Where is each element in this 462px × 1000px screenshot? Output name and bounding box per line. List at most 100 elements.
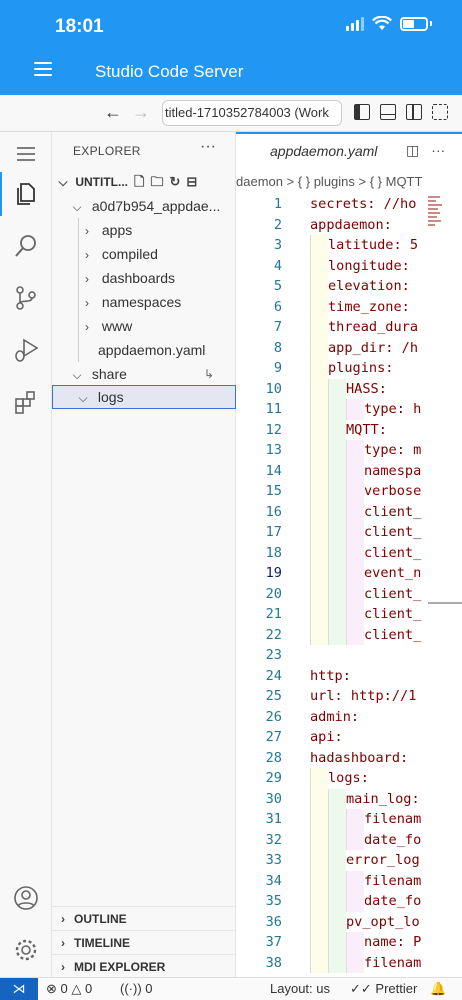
more-actions-icon[interactable]: ··· xyxy=(431,142,445,159)
workspace-root[interactable]: ⌵ UNTITL... 🗋🗀↻⊟ xyxy=(52,170,236,194)
tree-folder-compiled[interactable]: › compiled xyxy=(52,242,236,266)
indent-guide xyxy=(328,952,346,973)
code-text: main_log: xyxy=(346,790,420,807)
indent-guide xyxy=(328,481,346,502)
section-outline[interactable]: › OUTLINE xyxy=(52,906,236,930)
code-text: type: h xyxy=(364,401,422,417)
customize-layout-icon[interactable] xyxy=(432,104,448,120)
code-line: 4 longitude: xyxy=(236,255,462,276)
code-text: client_ xyxy=(364,606,422,622)
indent-guide xyxy=(310,788,328,809)
indent-guide xyxy=(310,624,328,645)
indent-guide xyxy=(328,542,346,563)
problems-indicator[interactable]: ⊗ 0 △ 0 xyxy=(46,981,92,997)
code-text: thread_dura xyxy=(328,319,419,335)
accounts-icon[interactable] xyxy=(12,884,40,912)
tree-folder-namespaces[interactable]: › namespaces xyxy=(52,290,236,314)
split-editor-icon[interactable]: ◫ xyxy=(406,142,419,159)
menu-icon[interactable] xyxy=(12,140,40,168)
toggle-panel-icon[interactable] xyxy=(380,104,396,120)
code-line: 19 event_n xyxy=(236,563,462,584)
section-timeline[interactable]: › TIMELINE xyxy=(52,930,236,954)
line-number: 16 xyxy=(265,503,282,520)
code-text: HASS: xyxy=(346,380,387,397)
indent-guide xyxy=(310,563,328,584)
indent-guide xyxy=(310,358,328,379)
code-text: elevation: xyxy=(328,278,410,294)
tree-folder-logs[interactable]: ⌵ logs xyxy=(52,385,236,409)
tree-folder-share[interactable]: ⌵ share ↳ xyxy=(52,362,236,386)
source-control-icon[interactable] xyxy=(12,284,40,312)
chevron-right-icon: › xyxy=(61,912,65,926)
chevron-right-icon: › xyxy=(85,320,89,334)
indent-guide xyxy=(310,255,328,276)
toggle-secondary-sidebar-icon[interactable] xyxy=(406,104,422,120)
hamburger-menu-button[interactable] xyxy=(34,62,52,76)
forward-arrow-icon[interactable]: → xyxy=(132,102,150,123)
line-number: 31 xyxy=(265,811,282,827)
prettier-status[interactable]: ✓✓ Prettier xyxy=(350,981,417,997)
line-number: 12 xyxy=(265,421,282,438)
tree-folder-appdaemon[interactable]: ⌵ a0d7b954_appdae... xyxy=(52,194,236,218)
extensions-icon[interactable] xyxy=(12,388,40,416)
code-line: 6 time_zone: xyxy=(236,296,462,317)
indent-guide xyxy=(310,378,328,399)
chevron-right-icon: › xyxy=(61,960,65,974)
explorer-sidebar: EXPLORER ··· ⌵ UNTITL... 🗋🗀↻⊟ ⌵ a0d7b954… xyxy=(52,132,236,977)
editor-tab[interactable]: appdaemon.yaml ◫ ··· xyxy=(236,132,462,169)
section-label: MDI EXPLORER xyxy=(74,960,166,974)
explorer-toolbar[interactable]: 🗋🗀↻⊟ xyxy=(134,170,203,194)
indent-guide xyxy=(310,460,328,481)
code-text: MQTT: xyxy=(346,421,387,438)
code-line: 37 name: P xyxy=(236,932,462,953)
line-number: 38 xyxy=(265,954,282,971)
code-area[interactable]: 1 secrets: //ho 2 appdaemon: 3 latitude: 5 4 lo… xyxy=(236,194,462,973)
tree-label: dashboards xyxy=(101,270,176,286)
app-header: 18:01 Studio Code Server xyxy=(0,0,462,95)
code-line: 38 filenam xyxy=(236,952,462,973)
tree-file-appdaemon-yaml[interactable]: appdaemon.yaml xyxy=(52,338,236,362)
chevron-right-icon: › xyxy=(85,272,89,286)
code-line: 2 appdaemon: xyxy=(236,215,462,236)
indent-guide xyxy=(346,481,364,502)
keyboard-layout[interactable]: Layout: us xyxy=(270,981,330,996)
notifications-bell-icon[interactable]: 🔔 xyxy=(430,981,446,997)
code-line: 24 http: xyxy=(236,666,462,687)
back-arrow-icon[interactable]: ← xyxy=(104,102,122,123)
run-debug-icon[interactable] xyxy=(12,336,40,364)
explorer-files-icon[interactable] xyxy=(12,180,40,208)
settings-gear-icon[interactable] xyxy=(12,936,40,964)
code-line: 34 filenam xyxy=(236,870,462,891)
code-line: 12 MQTT: xyxy=(236,419,462,440)
warning-icon: △ xyxy=(71,981,82,996)
code-text: client_ xyxy=(364,524,422,540)
indent-guide xyxy=(328,583,346,604)
indent-guide xyxy=(328,624,346,645)
toggle-primary-sidebar-icon[interactable] xyxy=(354,104,370,120)
more-actions-icon[interactable]: ··· xyxy=(200,138,216,156)
line-number: 34 xyxy=(265,872,282,889)
code-text: client_ xyxy=(364,585,422,602)
indent-guide xyxy=(346,809,364,830)
section-mdi-explorer[interactable]: › MDI EXPLORER xyxy=(52,954,236,978)
code-line: 10 HASS: xyxy=(236,378,462,399)
code-line: 30 main_log: xyxy=(236,788,462,809)
code-text: error_log xyxy=(346,852,420,868)
error-icon: ⊗ xyxy=(46,981,57,996)
line-number: 35 xyxy=(265,893,282,909)
line-number: 8 xyxy=(273,339,282,356)
indent-guide xyxy=(328,788,346,809)
line-number: 30 xyxy=(265,790,282,807)
tree-label: share xyxy=(91,366,127,382)
command-center[interactable]: titled-1710352784003 (Work xyxy=(162,100,342,126)
tree-folder-www[interactable]: › www xyxy=(52,314,236,338)
ports-indicator[interactable]: ((·)) 0 xyxy=(120,981,153,996)
editor-actions: ◫ ··· xyxy=(406,142,445,159)
code-text: namespa xyxy=(364,462,422,479)
tree-folder-apps[interactable]: › apps xyxy=(52,218,236,242)
tree-folder-dashboards[interactable]: › dashboards xyxy=(52,266,236,290)
remote-indicator-icon[interactable]: ⋊ xyxy=(0,978,38,1000)
breadcrumb[interactable]: daemon > { } plugins > { } MQTT xyxy=(236,170,462,194)
tree-label: www xyxy=(101,318,133,334)
search-icon[interactable] xyxy=(12,232,40,260)
